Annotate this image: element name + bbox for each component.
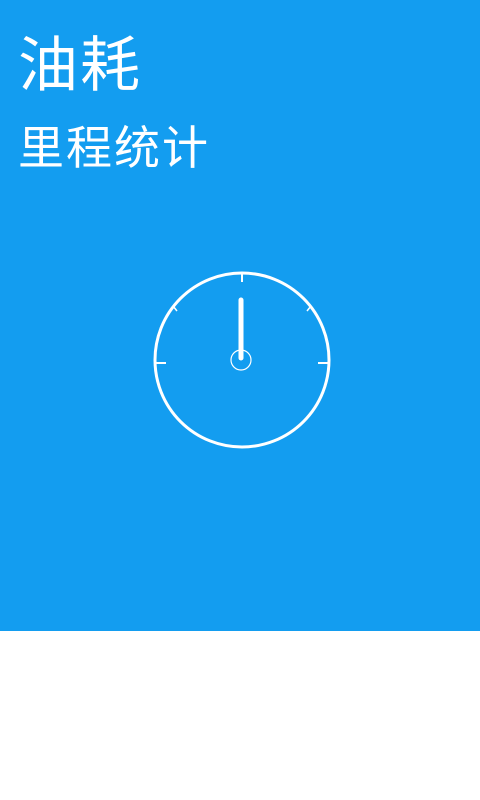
bottom-blank-area: [0, 631, 480, 800]
app-subtitle: 里程统计: [18, 121, 210, 175]
splash-screen: 油耗 里程统计: [0, 0, 480, 631]
speedometer-gauge-icon: [153, 271, 331, 449]
app-title: 油耗: [18, 31, 142, 101]
